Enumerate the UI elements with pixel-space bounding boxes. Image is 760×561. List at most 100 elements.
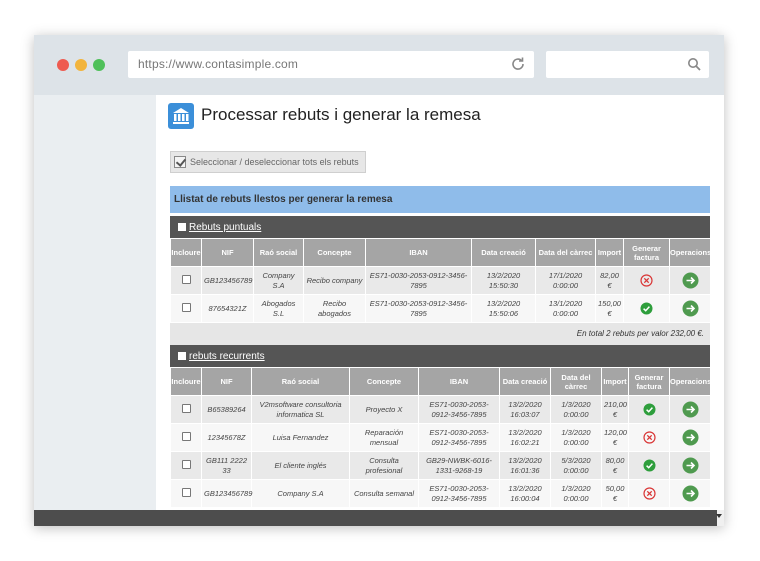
row-concept: Consulta semanal xyxy=(349,479,419,508)
table-row: 87654321Z Abogados S.L Recibo abogados E… xyxy=(170,294,711,323)
include-checkbox[interactable] xyxy=(181,487,191,497)
bank-icon xyxy=(168,103,194,129)
scroll-down-icon[interactable] xyxy=(716,514,722,518)
section-recurrents-link[interactable]: rebuts recurrents xyxy=(189,351,265,362)
table-row: GB111 2222 33 El cliente inglés Consulta… xyxy=(170,451,711,480)
row-created: 13/2/2020 15:50:30 xyxy=(471,266,536,295)
table-header-row: Incloure NIF Raó social Concepte IBAN Da… xyxy=(170,238,711,267)
col-concept: Concepte xyxy=(349,367,419,396)
col-name: Raó social xyxy=(253,238,304,267)
section-puntuals-checkbox[interactable] xyxy=(178,223,186,231)
row-iban: ES71-0030-2053-0912-3456-7895 xyxy=(365,266,472,295)
table-header-row: Incloure NIF Raó social Concepte IBAN Da… xyxy=(170,367,711,396)
row-created: 13/2/2020 15:50:06 xyxy=(471,294,536,323)
table-row: 12345678Z Luisa Fernandez Reparación men… xyxy=(170,423,711,452)
url-text: https://www.contasimple.com xyxy=(138,57,299,71)
browser-toolbar: https://www.contasimple.com xyxy=(34,35,724,95)
row-created: 13/2/2020 16:03:07 xyxy=(499,395,551,424)
error-icon[interactable] xyxy=(642,487,656,500)
row-concept: Proyecto X xyxy=(349,395,419,424)
address-bar[interactable]: https://www.contasimple.com xyxy=(128,51,534,78)
reload-icon[interactable] xyxy=(510,56,526,72)
check-icon[interactable] xyxy=(640,302,653,315)
section-recurrents-header: rebuts recurrents xyxy=(170,345,710,367)
section-puntuals-header: Rebuts puntuals xyxy=(170,216,710,238)
row-iban: GB29-NWBK-6016-1331-9268-19 xyxy=(418,451,500,480)
section-puntuals-link[interactable]: Rebuts puntuals xyxy=(189,222,261,233)
col-amount: Import xyxy=(595,238,624,267)
select-all-toggle[interactable]: Seleccionar / deseleccionar tots els reb… xyxy=(170,151,366,173)
row-amount: 50,00 € xyxy=(601,479,629,508)
row-name: Company S.A xyxy=(253,266,304,295)
row-charge-date: 5/3/2020 0:00:00 xyxy=(550,451,602,480)
include-checkbox[interactable] xyxy=(181,403,191,413)
row-charge-date: 1/3/2020 0:00:00 xyxy=(550,395,602,424)
scrollbar[interactable] xyxy=(716,510,724,526)
arrow-right-icon[interactable] xyxy=(682,300,699,317)
row-created: 13/2/2020 16:02:21 xyxy=(499,423,551,452)
col-iban: IBAN xyxy=(365,238,472,267)
section-puntuals: Rebuts puntuals Incloure NIF Raó social … xyxy=(170,216,711,345)
col-invoice: Generar factura xyxy=(623,238,670,267)
error-icon[interactable] xyxy=(642,431,656,444)
arrow-right-icon[interactable] xyxy=(682,429,699,446)
check-icon[interactable] xyxy=(643,459,656,472)
recurrents-table: Incloure NIF Raó social Concepte IBAN Da… xyxy=(170,367,711,508)
row-name: Company S.A xyxy=(251,479,350,508)
col-created: Data creació xyxy=(499,367,551,396)
row-name: El cliente inglés xyxy=(251,451,350,480)
row-charge-date: 17/1/2020 0:00:00 xyxy=(535,266,596,295)
table-row: GB123456789 Company S.A Consulta semanal… xyxy=(170,479,711,508)
row-amount: 82,00 € xyxy=(595,266,624,295)
bottom-bar xyxy=(34,510,724,526)
include-checkbox[interactable] xyxy=(181,459,191,469)
error-icon[interactable] xyxy=(640,274,653,287)
row-amount: 150,00 € xyxy=(595,294,624,323)
row-name: V2msoftware consultoria informatica SL xyxy=(251,395,350,424)
row-charge-date: 13/1/2020 0:00:00 xyxy=(535,294,596,323)
list-header-title: Llistat de rebuts llestos per generar la… xyxy=(174,194,393,205)
row-nif: 87654321Z xyxy=(201,294,254,323)
col-operations: Operacions xyxy=(669,238,711,267)
col-iban: IBAN xyxy=(418,367,500,396)
browser-window: https://www.contasimple.com Processar re… xyxy=(34,35,724,526)
list-header: Llistat de rebuts llestos per generar la… xyxy=(170,186,710,213)
select-all-checkbox[interactable] xyxy=(174,156,186,168)
col-name: Raó social xyxy=(251,367,350,396)
row-concept: Recibo company xyxy=(303,266,366,295)
row-nif: GB111 2222 33 xyxy=(201,451,252,480)
arrow-right-icon[interactable] xyxy=(682,457,699,474)
select-all-label: Seleccionar / deseleccionar tots els reb… xyxy=(190,157,359,167)
row-nif: B65389264 xyxy=(201,395,252,424)
table-row: B65389264 V2msoftware consultoria inform… xyxy=(170,395,711,424)
col-amount: Import xyxy=(601,367,629,396)
row-created: 13/2/2020 16:00:04 xyxy=(499,479,551,508)
include-checkbox[interactable] xyxy=(181,274,191,284)
section-recurrents-checkbox[interactable] xyxy=(178,352,186,360)
row-amount: 210,00 € xyxy=(601,395,629,424)
col-include: Incloure xyxy=(170,238,202,267)
close-window-button[interactable] xyxy=(57,59,69,71)
row-iban: ES71-0030-2053-0912-3456-7895 xyxy=(418,395,500,424)
col-created: Data creació xyxy=(471,238,536,267)
maximize-window-button[interactable] xyxy=(93,59,105,71)
arrow-right-icon[interactable] xyxy=(682,485,699,502)
row-iban: ES71-0030-2053-0912-3456-7895 xyxy=(365,294,472,323)
section-recurrents: rebuts recurrents Incloure NIF Raó socia… xyxy=(170,345,711,508)
table-row: GB123456789 Company S.A Recibo company E… xyxy=(170,266,711,295)
arrow-right-icon[interactable] xyxy=(682,272,699,289)
include-checkbox[interactable] xyxy=(181,302,191,312)
browser-search-field[interactable] xyxy=(546,51,709,78)
row-created: 13/2/2020 16:01:36 xyxy=(499,451,551,480)
minimize-window-button[interactable] xyxy=(75,59,87,71)
page-title: Processar rebuts i generar la remesa xyxy=(201,105,481,124)
search-icon[interactable] xyxy=(687,57,701,71)
check-icon[interactable] xyxy=(643,403,656,416)
row-iban: ES71-0030-2053-0912-3456-7895 xyxy=(418,479,500,508)
row-charge-date: 1/3/2020 0:00:00 xyxy=(550,423,602,452)
arrow-right-icon[interactable] xyxy=(682,401,699,418)
include-checkbox[interactable] xyxy=(181,431,191,441)
col-include: Incloure xyxy=(170,367,202,396)
row-nif: 12345678Z xyxy=(201,423,252,452)
row-nif: GB123456789 xyxy=(201,266,254,295)
